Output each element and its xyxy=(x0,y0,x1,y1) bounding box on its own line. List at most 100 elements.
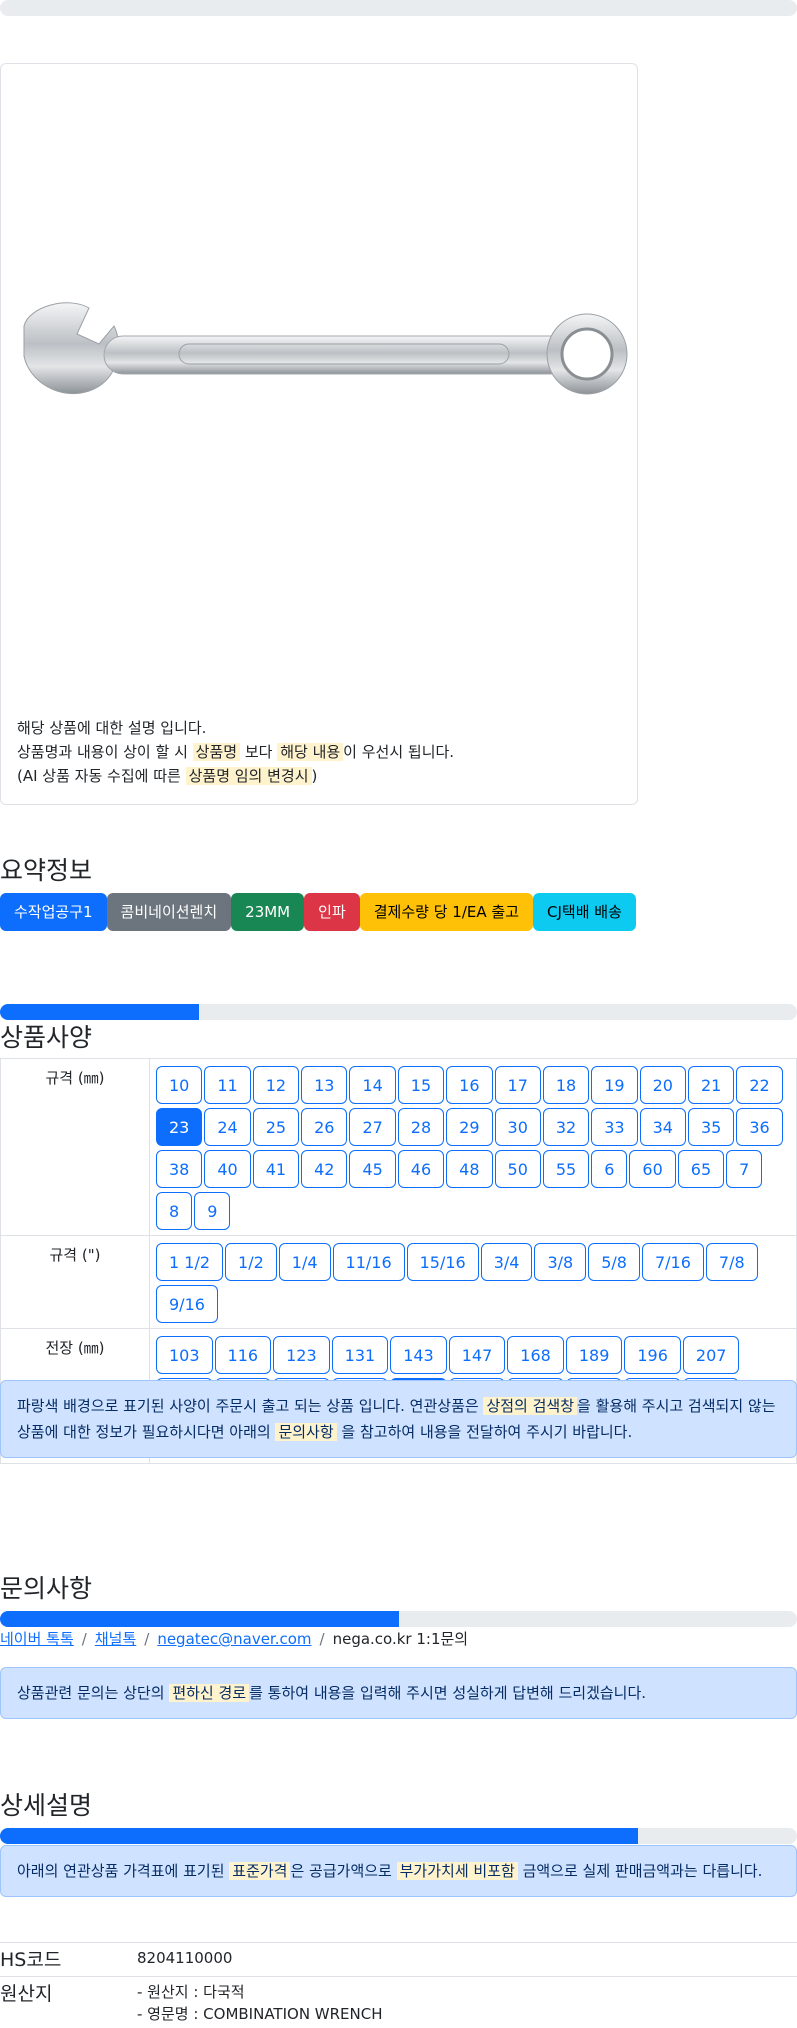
alert-text: 아래의 연관상품 가격표에 표기된 xyxy=(17,1862,230,1880)
notice-highlight: 상품명 임의 변경시 xyxy=(185,767,312,785)
spec-option-chip[interactable]: 9 xyxy=(194,1192,231,1230)
hs-code-label: HS코드 xyxy=(0,1949,62,1971)
origin-line: - 원산지 : 다국적 xyxy=(137,1983,245,2001)
spec-option-chip[interactable]: 103 xyxy=(156,1336,213,1374)
spec-option-chip[interactable]: 60 xyxy=(629,1150,676,1188)
spec-option-chip[interactable]: 7 xyxy=(726,1150,763,1188)
alert-text: 파랑색 배경으로 표기된 사양이 주문시 출고 되는 상품 입니다. 연관상품은 xyxy=(17,1397,484,1415)
spec-option-chip[interactable]: 5/8 xyxy=(588,1243,640,1281)
spec-option-chip[interactable]: 27 xyxy=(349,1108,396,1146)
inquiry-alert: 상품관련 문의는 상단의 편하신 경로 를 통하여 내용을 입력해 주시면 성실하… xyxy=(0,1667,797,1719)
spec-option-chip[interactable]: 23 xyxy=(156,1108,203,1146)
inquiry-progress-bar xyxy=(0,1611,797,1627)
naver-talk-link[interactable]: 네이버 톡톡 xyxy=(0,1630,74,1648)
spec-option-chip[interactable]: 14 xyxy=(349,1066,396,1104)
spec-option-chip[interactable]: 3/8 xyxy=(534,1243,587,1281)
image-notice: 해당 상품에 대한 설명 입니다. 상품명과 내용이 상이 할 시 상품명 보다… xyxy=(17,716,454,788)
spec-option-chip[interactable]: 38 xyxy=(156,1150,203,1188)
spec-option-chip[interactable]: 22 xyxy=(736,1066,783,1104)
spec-option-chip[interactable]: 32 xyxy=(542,1108,590,1146)
spec-option-chip[interactable]: 30 xyxy=(494,1108,541,1146)
specs-title: 상품사양 xyxy=(0,1023,93,1052)
spec-option-chip[interactable]: 25 xyxy=(252,1108,300,1146)
spec-option-chip[interactable]: 168 xyxy=(507,1336,564,1374)
spec-options: 10 11 12 13 14 15 16 17 18 19 20 21 22 23 24 25 26 27 28 29… xyxy=(149,1058,797,1236)
detail-progress-bar xyxy=(0,1828,797,1844)
spec-option-chip[interactable]: 143 xyxy=(390,1336,447,1374)
summary-badge: 결제수량 당 1/EA 출고 xyxy=(359,893,533,931)
wrench-image xyxy=(23,302,628,395)
spec-option-chip[interactable]: 26 xyxy=(301,1108,348,1146)
alert-highlight: 부가가치세 비포함 xyxy=(396,1862,518,1880)
spec-option-chip[interactable]: 41 xyxy=(252,1150,300,1188)
spec-option-chip[interactable]: 50 xyxy=(494,1150,541,1188)
alert-text: 상품관련 문의는 상단의 xyxy=(17,1684,170,1702)
spec-option-chip[interactable]: 18 xyxy=(542,1066,590,1104)
spec-option-chip[interactable]: 65 xyxy=(677,1150,725,1188)
spec-option-chip[interactable]: 11 xyxy=(204,1066,251,1104)
notice-text: ) xyxy=(311,767,318,785)
spec-option-chip[interactable]: 48 xyxy=(446,1150,493,1188)
spec-option-chip[interactable]: 7/8 xyxy=(705,1243,758,1281)
origin-label: 원산지 xyxy=(0,1983,53,2005)
spec-option-chip[interactable]: 19 xyxy=(591,1066,638,1104)
spec-option-chip[interactable]: 12 xyxy=(252,1066,300,1104)
spec-option-chip[interactable]: 6 xyxy=(591,1150,628,1188)
spec-option-chip[interactable]: 34 xyxy=(639,1108,686,1146)
spec-option-chip[interactable]: 16 xyxy=(446,1066,493,1104)
spec-option-chip[interactable]: 29 xyxy=(446,1108,493,1146)
separator: / xyxy=(319,1630,325,1648)
spec-option-chip[interactable]: 189 xyxy=(565,1336,623,1374)
alert-text: 을 참고하여 내용을 전달하여 주시기 바랍니다. xyxy=(336,1423,633,1441)
notice-text: (AI 상품 자동 수집에 따른 xyxy=(17,767,186,785)
spec-option-chip[interactable]: 21 xyxy=(687,1066,735,1104)
spec-option-chip[interactable]: 20 xyxy=(639,1066,686,1104)
origin-row: 원산지 - 원산지 : 다국적 - 영문명 : COMBINATION WREN… xyxy=(0,1976,797,2028)
spec-option-chip[interactable]: 45 xyxy=(349,1150,396,1188)
spec-option-chip[interactable]: 46 xyxy=(397,1150,445,1188)
spec-option-chip[interactable]: 123 xyxy=(273,1336,330,1374)
spec-option-chip[interactable]: 147 xyxy=(448,1336,506,1374)
spec-option-chip[interactable]: 13 xyxy=(301,1066,348,1104)
spec-option-chip[interactable]: 33 xyxy=(591,1108,638,1146)
spec-option-chip[interactable]: 28 xyxy=(397,1108,445,1146)
channel-talk-link[interactable]: 채널톡 xyxy=(95,1630,136,1648)
spec-option-chip[interactable]: 24 xyxy=(204,1108,251,1146)
spec-option-chip[interactable]: 1 1/2 xyxy=(156,1243,224,1281)
spec-option-chip[interactable]: 35 xyxy=(687,1108,735,1146)
spec-option-chip[interactable]: 9/16 xyxy=(156,1285,218,1323)
spec-option-chip[interactable]: 3/4 xyxy=(480,1243,533,1281)
notice-highlight: 해당 내용 xyxy=(277,743,344,761)
email-link[interactable]: negatec@naver.com xyxy=(157,1630,311,1648)
spec-option-chip[interactable]: 36 xyxy=(736,1108,783,1146)
spec-option-chip[interactable]: 1/4 xyxy=(278,1243,331,1281)
spec-info-alert: 파랑색 배경으로 표기된 사양이 주문시 출고 되는 상품 입니다. 연관상품은… xyxy=(0,1380,797,1458)
spec-option-chip[interactable]: 8 xyxy=(156,1192,193,1230)
spec-option-chip[interactable]: 10 xyxy=(156,1066,203,1104)
spec-option-chip[interactable]: 40 xyxy=(204,1150,251,1188)
alert-highlight: 상점의 검색창 xyxy=(483,1397,578,1415)
spec-option-chip[interactable]: 17 xyxy=(494,1066,541,1104)
alert-text: 금액으로 실제 판매금액과는 다릅니다. xyxy=(517,1862,763,1880)
spec-option-chip[interactable]: 1/2 xyxy=(225,1243,277,1281)
spec-option-chip[interactable]: 15 xyxy=(397,1066,445,1104)
spec-option-chip[interactable]: 131 xyxy=(331,1336,389,1374)
spec-option-chip[interactable]: 116 xyxy=(214,1336,272,1374)
separator: / xyxy=(81,1630,87,1648)
origin-value: - 원산지 : 다국적 - 영문명 : COMBINATION WRENCH xyxy=(137,1981,383,2025)
spec-option-chip[interactable]: 7/16 xyxy=(641,1243,704,1281)
specs-progress-bar xyxy=(0,1004,797,1020)
spec-option-list: 10 11 12 13 14 15 16 17 18 19 20 21 22 23 24 25 26 27 28 29… xyxy=(151,1060,795,1234)
notice-text: 상품명과 내용이 상이 할 시 xyxy=(17,743,193,761)
notice-text: 이 우선시 됩니다. xyxy=(343,743,455,761)
separator: / xyxy=(144,1630,150,1648)
spec-option-chip[interactable]: 196 xyxy=(624,1336,681,1374)
spec-option-chip[interactable]: 15/16 xyxy=(406,1243,479,1281)
spec-option-chip[interactable]: 42 xyxy=(301,1150,348,1188)
site-inquiry-text: nega.co.kr 1:1문의 xyxy=(332,1630,469,1648)
spec-option-chip[interactable]: 207 xyxy=(682,1336,740,1374)
spec-option-chip[interactable]: 55 xyxy=(542,1150,590,1188)
origin-english-line: - 영문명 : COMBINATION WRENCH xyxy=(137,2005,383,2023)
alert-text: 를 통하여 내용을 입력해 주시면 성실하게 답변해 드리겠습니다. xyxy=(249,1684,647,1702)
spec-option-chip[interactable]: 11/16 xyxy=(332,1243,405,1281)
